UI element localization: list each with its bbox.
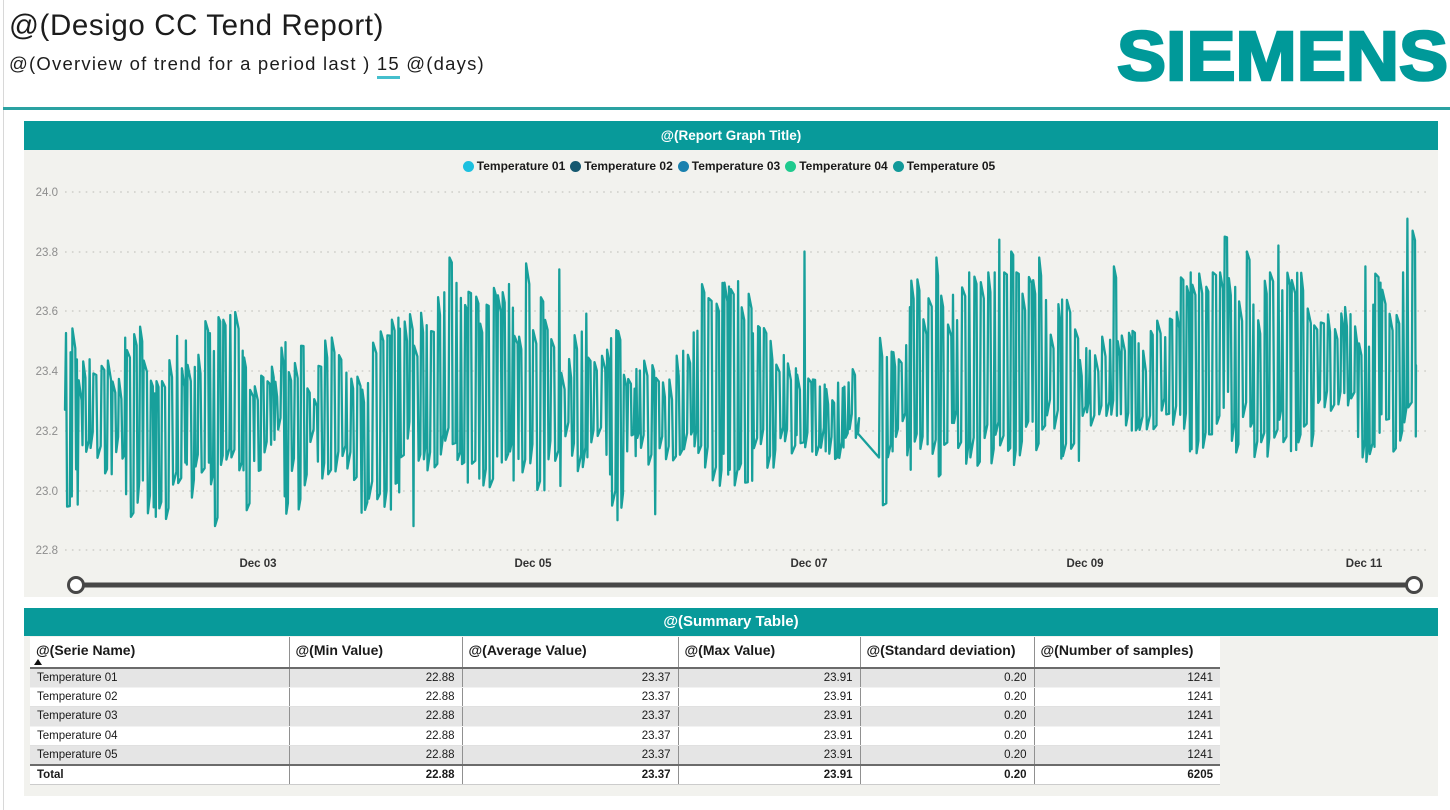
svg-text:Dec 05: Dec 05 xyxy=(514,558,552,570)
svg-text:Dec 11: Dec 11 xyxy=(1346,558,1383,570)
svg-text:24.0: 24.0 xyxy=(36,187,58,199)
svg-text:Dec 09: Dec 09 xyxy=(1066,558,1103,570)
svg-text:23.8: 23.8 xyxy=(36,247,58,259)
svg-text:Dec 03: Dec 03 xyxy=(239,558,276,570)
svg-text:23.2: 23.2 xyxy=(36,426,58,438)
svg-text:23.0: 23.0 xyxy=(36,486,58,498)
svg-text:23.4: 23.4 xyxy=(36,366,59,378)
svg-text:22.8: 22.8 xyxy=(36,545,58,557)
svg-text:Dec 07: Dec 07 xyxy=(790,558,827,570)
svg-text:SIEMENS: SIEMENS xyxy=(1117,20,1448,86)
svg-text:23.6: 23.6 xyxy=(36,306,58,318)
